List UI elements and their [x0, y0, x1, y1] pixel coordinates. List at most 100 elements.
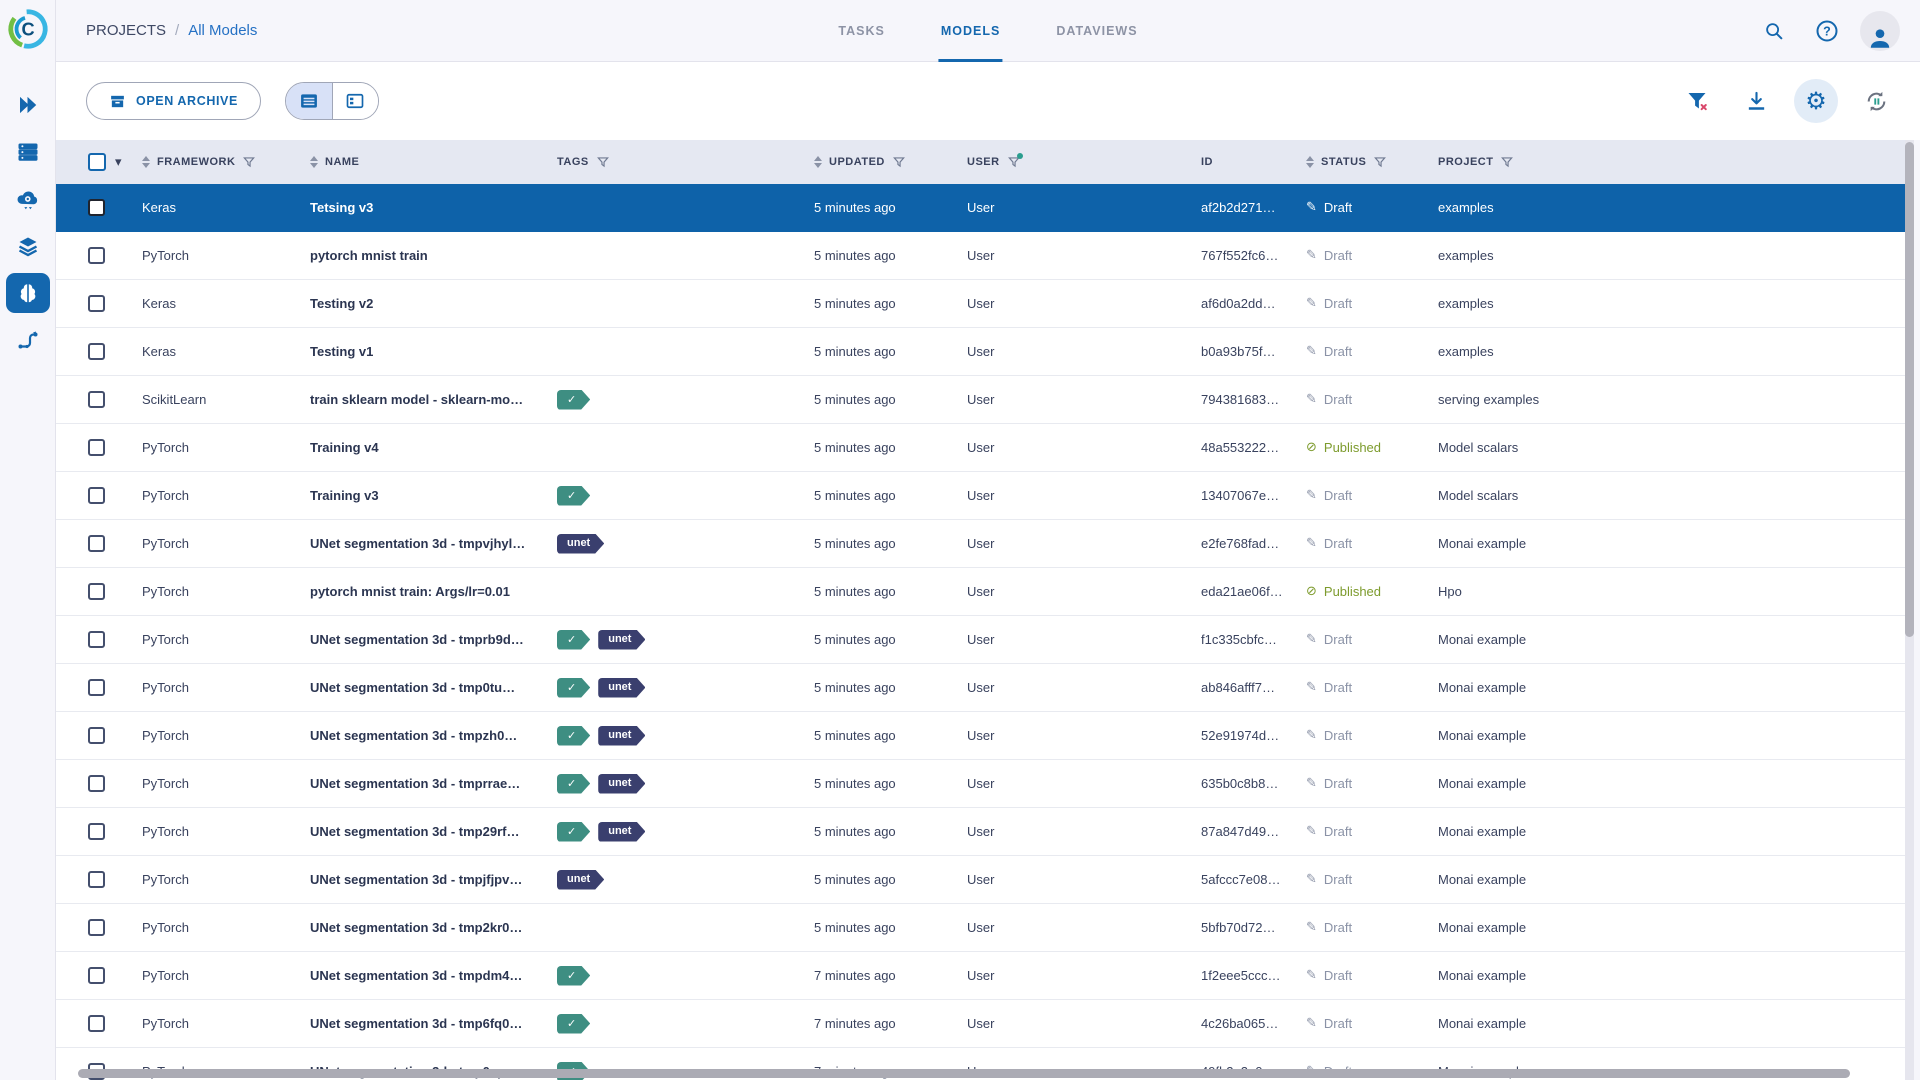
sort-icon[interactable]	[1306, 156, 1314, 168]
sidebar: C	[0, 0, 56, 1080]
sidebar-item-models[interactable]	[6, 273, 50, 313]
status-cell: ✎Draft	[1300, 728, 1430, 743]
pipelines-icon	[16, 328, 40, 352]
table-row[interactable]: PyTorchUNet segmentation 3d - tmp29rf…✓u…	[56, 808, 1905, 856]
filter-icon[interactable]	[242, 155, 256, 169]
sort-icon[interactable]	[142, 156, 150, 168]
filter-icon[interactable]	[892, 155, 906, 169]
column-header-updated[interactable]: UPDATED	[800, 155, 953, 169]
draft-icon: ✎	[1306, 824, 1317, 839]
tab-dataviews[interactable]: DATAVIEWS	[1054, 0, 1139, 62]
sidebar-item-expand[interactable]	[6, 85, 50, 125]
search-icon[interactable]	[1754, 11, 1794, 51]
filter-icon[interactable]	[1373, 155, 1387, 169]
help-icon[interactable]: ?	[1807, 11, 1847, 51]
row-checkbox[interactable]	[88, 535, 105, 552]
published-icon: ⊘	[1306, 584, 1317, 599]
tab-tasks[interactable]: TASKS	[836, 0, 886, 62]
table-row[interactable]: PyTorchUNet segmentation 3d - tmpjfjpv…u…	[56, 856, 1905, 904]
row-checkbox[interactable]	[88, 199, 105, 216]
status-label: Published	[1324, 440, 1381, 455]
download-icon[interactable]	[1736, 81, 1776, 121]
row-checkbox[interactable]	[88, 343, 105, 360]
row-checkbox[interactable]	[88, 583, 105, 600]
table-row[interactable]: PyTorchUNet segmentation 3d - tmp2kr0…5 …	[56, 904, 1905, 952]
column-header-status[interactable]: STATUS	[1300, 155, 1430, 169]
column-header-tags[interactable]: TAGS	[557, 155, 800, 169]
table-row[interactable]: PyTorchUNet segmentation 3d - tmpzh0…✓un…	[56, 712, 1905, 760]
table-row[interactable]: PyTorchUNet segmentation 3d - tmp6fq0…✓7…	[56, 1000, 1905, 1048]
sort-icon[interactable]	[310, 156, 318, 168]
select-all-checkbox[interactable]	[88, 153, 106, 171]
row-checkbox[interactable]	[88, 823, 105, 840]
row-checkbox[interactable]	[88, 775, 105, 792]
project-cell: Monai example	[1430, 632, 1905, 647]
table-row[interactable]: PyTorchUNet segmentation 3d - tmprrae…✓u…	[56, 760, 1905, 808]
table-row[interactable]: PyTorchUNet segmentation 3d - tmprb9d…✓u…	[56, 616, 1905, 664]
open-archive-button[interactable]: OPEN ARCHIVE	[86, 82, 261, 120]
settings-icon[interactable]: ⚙	[1794, 79, 1838, 123]
sidebar-item-pipelines[interactable]	[6, 320, 50, 360]
user-avatar[interactable]	[1860, 11, 1900, 51]
tag-check: ✓	[557, 390, 590, 410]
column-header-user[interactable]: USER	[953, 155, 1187, 169]
table-view-button[interactable]	[286, 83, 332, 119]
row-checkbox[interactable]	[88, 1015, 105, 1032]
auto-refresh-icon[interactable]	[1856, 81, 1896, 121]
table-row[interactable]: PyTorchUNet segmentation 3d - tmpdm4…✓7 …	[56, 952, 1905, 1000]
draft-icon: ✎	[1306, 536, 1317, 551]
row-checkbox[interactable]	[88, 919, 105, 936]
row-checkbox[interactable]	[88, 967, 105, 984]
user-cell: User	[953, 728, 1187, 743]
filter-icon[interactable]	[1500, 155, 1514, 169]
sort-icon[interactable]	[814, 156, 822, 168]
table-row[interactable]: ScikitLearntrain sklearn model - sklearn…	[56, 376, 1905, 424]
row-checkbox[interactable]	[88, 247, 105, 264]
id-cell: 1f2eee5ccc…	[1187, 968, 1300, 983]
vertical-scrollbar-thumb[interactable]	[1905, 142, 1914, 637]
tab-models[interactable]: MODELS	[939, 0, 1002, 62]
breadcrumb-all-models[interactable]: All Models	[188, 22, 257, 39]
model-name: Testing v2	[310, 296, 557, 311]
model-name: UNet segmentation 3d - tmpdm4…	[310, 968, 557, 983]
actions-toolbar: OPEN ARCHIVE ⚙	[56, 62, 1920, 140]
row-checkbox[interactable]	[88, 391, 105, 408]
model-name: train sklearn model - sklearn-mo…	[310, 392, 557, 407]
tags-cell: unet	[557, 870, 800, 890]
table-row[interactable]: PyTorchUNet segmentation 3d - tmp0tu…✓un…	[56, 664, 1905, 712]
status-cell: ✎Draft	[1300, 248, 1430, 263]
status-label: Draft	[1324, 248, 1352, 263]
select-dropdown-caret[interactable]: ▾	[115, 155, 122, 170]
table-row[interactable]: KerasTesting v25 minutes agoUseraf6d0a2d…	[56, 280, 1905, 328]
table-row[interactable]: PyTorchpytorch mnist train: Args/lr=0.01…	[56, 568, 1905, 616]
sidebar-item-datasets[interactable]	[6, 226, 50, 266]
column-header-project[interactable]: PROJECT	[1430, 155, 1905, 169]
table-row[interactable]: PyTorchpytorch mnist train5 minutes agoU…	[56, 232, 1905, 280]
sidebar-item-autoscalers[interactable]	[6, 179, 50, 219]
sidebar-item-workers-queues[interactable]	[6, 132, 50, 172]
column-header-framework[interactable]: FRAMEWORK	[142, 155, 310, 169]
status-label: Draft	[1324, 1016, 1352, 1031]
row-checkbox[interactable]	[88, 871, 105, 888]
table-row[interactable]: PyTorchTraining v3✓5 minutes agoUser1340…	[56, 472, 1905, 520]
table-body: KerasTetsing v35 minutes agoUseraf2b2d27…	[56, 184, 1905, 1080]
table-row[interactable]: PyTorchUNet segmentation 3d - tmpvjhyl…u…	[56, 520, 1905, 568]
table-row[interactable]: KerasTesting v15 minutes agoUserb0a93b75…	[56, 328, 1905, 376]
row-checkbox[interactable]	[88, 631, 105, 648]
clear-filters-icon[interactable]	[1678, 81, 1718, 121]
column-header-id[interactable]: ID	[1187, 156, 1300, 168]
row-checkbox[interactable]	[88, 295, 105, 312]
clearml-logo-icon[interactable]: C	[6, 7, 50, 51]
breadcrumb-projects[interactable]: PROJECTS	[86, 22, 166, 39]
row-checkbox[interactable]	[88, 679, 105, 696]
row-checkbox[interactable]	[88, 727, 105, 744]
horizontal-scrollbar-thumb[interactable]	[78, 1069, 1850, 1078]
filter-icon[interactable]	[1007, 155, 1021, 169]
filter-icon[interactable]	[596, 155, 610, 169]
column-header-name[interactable]: NAME	[310, 156, 557, 168]
row-checkbox[interactable]	[88, 439, 105, 456]
table-row[interactable]: PyTorchTraining v45 minutes agoUser48a55…	[56, 424, 1905, 472]
row-checkbox[interactable]	[88, 487, 105, 504]
card-view-button[interactable]	[332, 83, 378, 119]
table-row[interactable]: KerasTetsing v35 minutes agoUseraf2b2d27…	[56, 184, 1905, 232]
